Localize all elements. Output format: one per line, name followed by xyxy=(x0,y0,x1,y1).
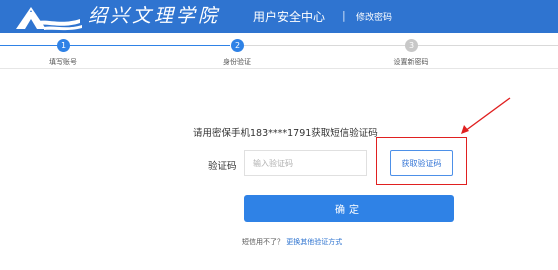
progress-line-done xyxy=(0,45,230,46)
annotation-arrow-icon xyxy=(461,97,511,134)
mountain-logo-icon xyxy=(16,7,82,31)
confirm-button[interactable]: 确定 xyxy=(244,195,454,222)
step-2-label: 身份验证 xyxy=(223,58,251,66)
progress-steps: 1 填写账号 2 身份验证 3 设置新密码 xyxy=(0,33,558,69)
sms-prompt: 请用密保手机183****1791获取短信验证码 xyxy=(193,128,378,139)
college-name: 绍兴文理学院 xyxy=(88,5,221,27)
change-method-link[interactable]: 更换其他验证方式 xyxy=(286,238,342,246)
alt-prompt: 短信用不了？ xyxy=(242,238,284,246)
page-subtitle: 修改密码 xyxy=(356,13,393,23)
step-1-label: 填写账号 xyxy=(49,58,77,66)
title-separator: | xyxy=(342,9,346,22)
step-3-label: 设置新密码 xyxy=(393,58,429,66)
get-code-button[interactable]: 获取验证码 xyxy=(390,150,453,176)
step-2-circle: 2 xyxy=(231,39,244,52)
security-center-title: 用户安全中心 xyxy=(253,10,326,24)
step-1-circle: 1 xyxy=(57,39,70,52)
header-bar: 绍兴文理学院 用户安全中心 | 修改密码 xyxy=(0,0,558,33)
verification-code-input[interactable] xyxy=(244,150,367,176)
progress-line-pending xyxy=(244,45,558,46)
code-label: 验证码 xyxy=(208,161,237,172)
step-3-circle: 3 xyxy=(405,39,418,52)
alt-verification: 短信用不了？ 更换其他验证方式 xyxy=(242,237,342,247)
